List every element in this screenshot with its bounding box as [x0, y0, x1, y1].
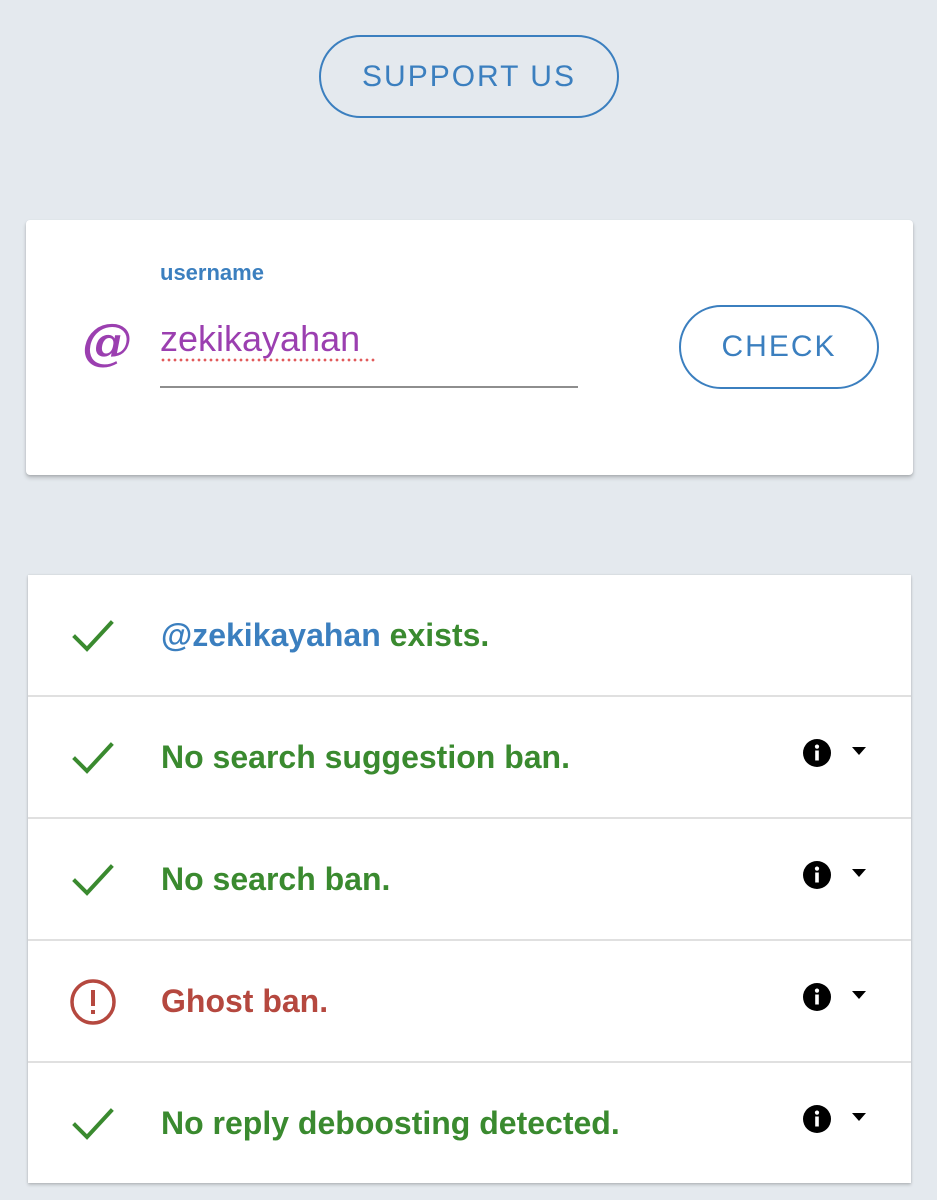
info-icon[interactable] [802, 738, 832, 768]
result-message: No reply deboosting detected. [161, 1104, 620, 1141]
check-icon [72, 1108, 114, 1140]
info-icon[interactable] [802, 860, 832, 890]
at-sign-icon: @ [82, 312, 132, 371]
username-label: username [160, 260, 264, 285]
username-input[interactable] [160, 312, 578, 388]
result-message: exists. [380, 616, 490, 653]
result-row-search-suggestion-ban[interactable]: No search suggestion ban. [28, 697, 911, 819]
info-icon[interactable] [802, 1104, 832, 1134]
result-message: No search suggestion ban. [161, 738, 570, 775]
chevron-down-icon[interactable] [850, 1110, 868, 1124]
chevron-down-icon[interactable] [850, 744, 868, 758]
check-button[interactable]: CHECK [679, 305, 879, 389]
info-icon[interactable] [802, 982, 832, 1012]
result-row-ghost-ban[interactable]: Ghost ban. [28, 941, 911, 1063]
username-form-card: @ username CHECK [26, 220, 913, 475]
check-icon [72, 742, 114, 774]
result-message: No search ban. [161, 860, 391, 897]
check-icon [72, 620, 114, 652]
result-handle: @zekikayahan [161, 616, 381, 653]
spellcheck-underline [160, 358, 376, 362]
result-text: @zekikayahan exists. [161, 575, 489, 695]
result-row-exists: @zekikayahan exists. [28, 575, 911, 697]
results-list: @zekikayahan exists. No search suggestio… [28, 575, 911, 1183]
result-message: Ghost ban. [161, 982, 329, 1019]
chevron-down-icon[interactable] [850, 988, 868, 1002]
result-row-reply-deboosting[interactable]: No reply deboosting detected. [28, 1063, 911, 1183]
chevron-down-icon[interactable] [850, 866, 868, 880]
check-icon [72, 864, 114, 896]
result-row-search-ban[interactable]: No search ban. [28, 819, 911, 941]
support-us-button[interactable]: SUPPORT US [319, 35, 619, 118]
alert-circle-icon [70, 979, 116, 1025]
